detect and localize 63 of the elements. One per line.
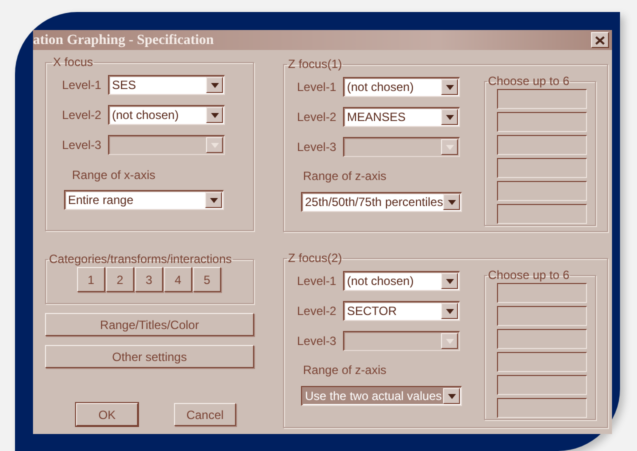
close-icon (595, 36, 605, 44)
group-title: Categories/transforms/interactions (48, 253, 233, 265)
group-title: Z focus(2) (287, 252, 344, 264)
choice-field[interactable] (497, 204, 587, 224)
choice-field[interactable] (497, 89, 587, 109)
group-title: Choose up to 6 (487, 269, 570, 281)
caret-icon (446, 278, 454, 284)
level-label: Level-2 (297, 303, 338, 320)
caret-icon (448, 200, 456, 204)
dropdown[interactable]: Entire range (64, 190, 224, 210)
choice-field[interactable] (497, 375, 587, 395)
choice-field[interactable] (497, 306, 587, 326)
choice-field[interactable] (497, 283, 587, 303)
caret-icon (446, 144, 454, 150)
category-button[interactable]: 4 (164, 267, 192, 292)
dropdown[interactable]: SES (108, 75, 225, 95)
range-label: Range of z-axis (303, 168, 388, 185)
choice-field[interactable] (497, 329, 587, 349)
group-title: Z focus(1) (287, 58, 344, 70)
group-title: Choose up to 6 (487, 75, 570, 87)
level-label: Level-3 (62, 137, 102, 154)
group-title: X focus (52, 56, 94, 68)
caret-icon (448, 394, 456, 398)
caret-icon (210, 82, 218, 88)
choice-field[interactable] (497, 135, 587, 155)
caret-icon (446, 338, 454, 344)
caret-icon (446, 308, 454, 314)
caret-icon (210, 112, 218, 118)
category-button[interactable]: 5 (193, 267, 221, 292)
caret-icon (210, 198, 218, 202)
close-button[interactable] (591, 32, 609, 48)
level-label: Level-1 (62, 77, 102, 94)
choice-field[interactable] (497, 112, 587, 132)
choice-field[interactable] (497, 352, 587, 372)
level-label: Level-2 (297, 109, 338, 126)
caret-icon (446, 84, 454, 90)
choice-field[interactable] (497, 158, 587, 178)
range-label: Range of x-axis (72, 167, 156, 184)
action-button[interactable]: Other settings (45, 345, 254, 368)
category-button[interactable]: 3 (135, 267, 163, 292)
level-label: Level-3 (297, 139, 338, 156)
category-button[interactable]: 2 (106, 267, 134, 292)
level-label: Level-2 (62, 107, 102, 124)
level-label: Level-3 (297, 333, 338, 350)
level-label: Level-1 (297, 273, 338, 290)
category-button[interactable]: 1 (77, 267, 105, 292)
level-label: Level-1 (297, 79, 338, 96)
caret-icon (446, 114, 454, 120)
window-title: ation Graphing - Specification (33, 32, 214, 50)
dropdown[interactable]: (not chosen) (343, 271, 460, 291)
dropdown[interactable]: Use the two actual values (301, 386, 462, 406)
dropdown[interactable]: 25th/50th/75th percentiles (301, 192, 462, 212)
dropdown[interactable]: SECTOR (343, 301, 460, 321)
choice-field[interactable] (497, 398, 587, 418)
dropdown[interactable]: (not chosen) (108, 105, 225, 125)
action-button[interactable]: Range/Titles/Color (45, 313, 254, 336)
caret-icon (210, 142, 218, 148)
dialog-button[interactable]: Cancel (174, 403, 236, 426)
dropdown[interactable]: MEANSES (343, 107, 460, 127)
choice-field[interactable] (497, 181, 587, 201)
range-label: Range of z-axis (303, 362, 388, 379)
dropdown[interactable]: (not chosen) (343, 77, 460, 97)
dialog-button[interactable]: OK (76, 403, 138, 426)
